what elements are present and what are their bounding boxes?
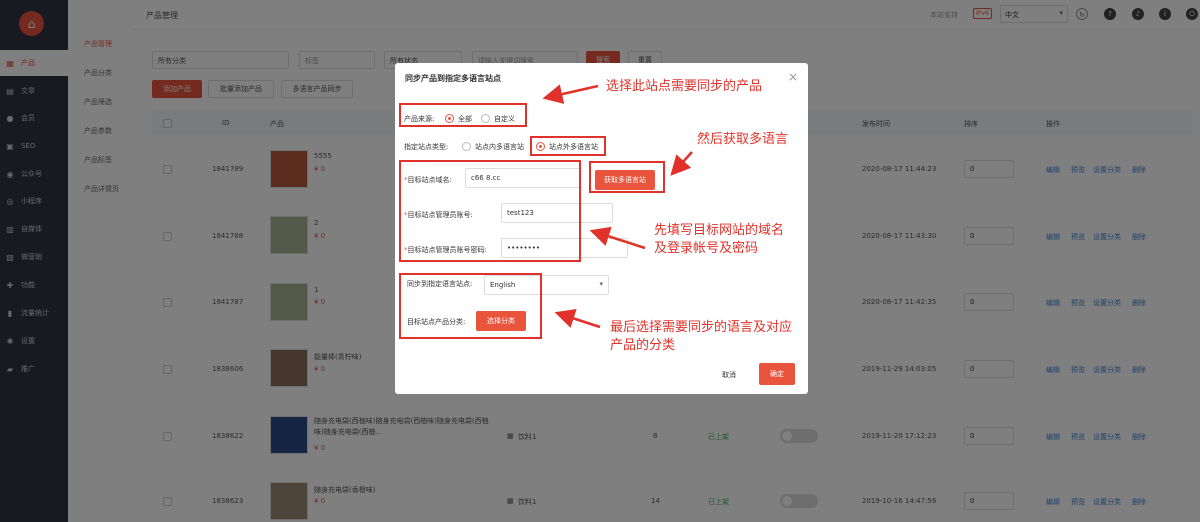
annotation-box-fetch (589, 161, 665, 193)
site-inner-label[interactable]: 站点内多语言站 (475, 142, 524, 152)
confirm-button[interactable]: 确定 (759, 363, 795, 385)
annotation-text-4: 最后选择需要同步的语言及对应 产品的分类 (610, 320, 793, 353)
cancel-button[interactable]: 取消 (722, 370, 736, 380)
annotation-text-2: 然后获取多语言 (697, 132, 789, 147)
site-inner-radio[interactable] (462, 142, 471, 151)
chevron-down-icon: ▾ (599, 280, 603, 288)
annotation-box-site-type (530, 136, 606, 156)
annotation-text-1: 选择此站点需要同步的产品 (606, 79, 763, 94)
close-icon[interactable]: × (788, 70, 798, 84)
annotation-box-lang-category (399, 273, 542, 339)
modal-title: 同步产品到指定多语言站点 (405, 74, 501, 83)
annotation-text-3: 先填写目标网站的域名 及登录帐号及密码 (654, 223, 785, 256)
annotation-box-credentials (399, 160, 581, 262)
annotation-box-source (399, 103, 527, 127)
site-type-label: 指定站点类型: (404, 143, 449, 151)
